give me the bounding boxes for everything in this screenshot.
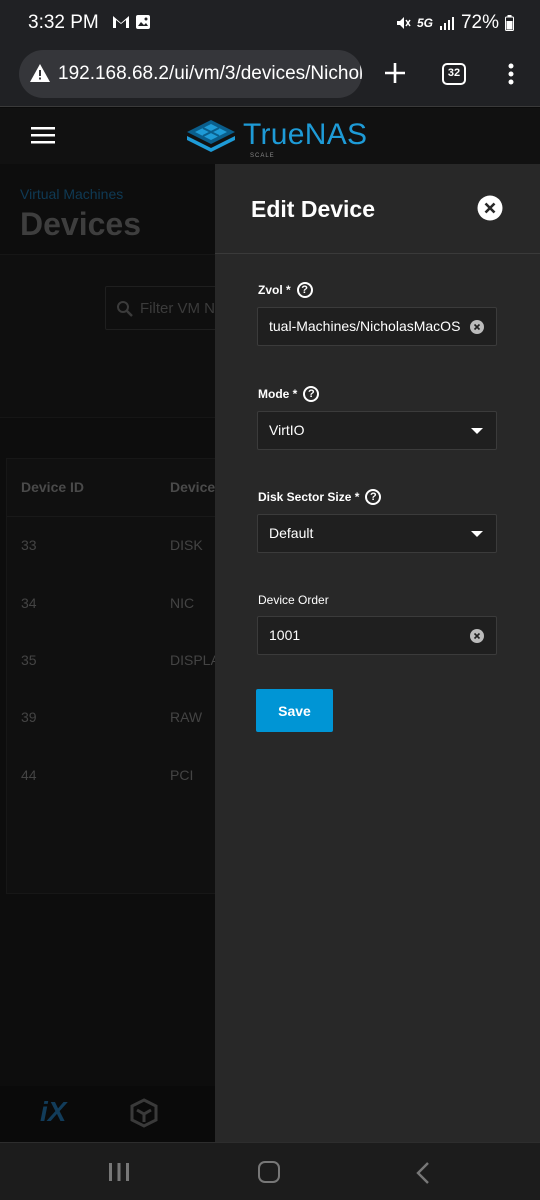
hamburger-menu-icon[interactable] xyxy=(31,126,55,144)
table-row[interactable]: 44 PCI xyxy=(7,747,215,805)
clear-icon[interactable] xyxy=(470,629,484,643)
mute-icon xyxy=(396,17,411,29)
sector-size-label: Disk Sector Size * xyxy=(258,490,360,504)
device-order-value: 1001 xyxy=(269,627,301,643)
network-label: 5G xyxy=(416,16,433,30)
column-header-device-id[interactable]: Device ID xyxy=(21,479,84,495)
status-bar: 3:32 PM 5G 72% xyxy=(0,0,540,50)
page-footer: iX xyxy=(0,1086,215,1142)
home-icon[interactable] xyxy=(258,1161,280,1183)
brand-edition: SCALE xyxy=(250,153,275,159)
device-id-cell: 44 xyxy=(21,767,37,783)
status-right: 5G 72% xyxy=(395,12,514,34)
ix-logo: iX xyxy=(40,1096,67,1127)
device-type-cell: DISPLAY xyxy=(170,652,215,668)
page-title: Devices xyxy=(20,206,141,242)
table-row[interactable]: 35 DISPLAY xyxy=(7,632,215,690)
device-id-cell: 33 xyxy=(21,537,37,553)
filter-input[interactable]: Filter VM Nics xyxy=(105,286,215,330)
sector-size-value: Default xyxy=(269,525,314,541)
clear-icon[interactable] xyxy=(470,320,484,334)
filter-placeholder: Filter VM Nics xyxy=(140,300,215,317)
truecommand-cube-icon xyxy=(130,1098,158,1128)
status-time: 3:32 PM xyxy=(28,12,99,33)
panel-title: Edit Device xyxy=(251,196,375,222)
table-header: Device ID Device xyxy=(7,459,215,517)
notification-icons xyxy=(112,14,151,30)
close-icon[interactable] xyxy=(477,195,503,221)
recent-apps-icon[interactable] xyxy=(108,1162,130,1182)
device-id-cell: 39 xyxy=(21,709,37,725)
help-icon[interactable]: ? xyxy=(365,489,382,505)
zvol-input[interactable]: tual-Machines/NicholasMacOS xyxy=(257,307,497,346)
sector-size-label-row: Disk Sector Size * ? xyxy=(258,489,382,505)
table-toolbar xyxy=(0,254,215,418)
sector-size-select[interactable]: Default xyxy=(257,514,497,553)
zvol-label: Zvol * xyxy=(258,283,291,297)
device-order-input[interactable]: 1001 xyxy=(257,616,497,655)
browser-toolbar: 192.168.68.2/ui/vm/3/devices/Nicholas 32 xyxy=(0,50,540,107)
column-header-device[interactable]: Device xyxy=(170,479,215,495)
tab-switcher-button[interactable]: 32 xyxy=(442,63,466,85)
back-icon[interactable] xyxy=(415,1161,431,1185)
table-row[interactable]: 33 DISK xyxy=(7,517,215,575)
mode-select[interactable]: VirtIO xyxy=(257,411,497,450)
gmail-icon xyxy=(113,16,129,28)
device-id-cell: 34 xyxy=(21,595,37,611)
gallery-icon xyxy=(136,15,150,29)
dropdown-arrow-icon xyxy=(471,531,483,537)
breadcrumb[interactable]: Virtual Machines xyxy=(20,186,123,202)
device-type-cell: DISK xyxy=(170,537,203,553)
system-navigation-bar xyxy=(0,1142,540,1200)
edit-device-panel: Edit Device Zvol * ? tual-Machines/Nicho… xyxy=(215,164,540,1142)
more-options-icon[interactable] xyxy=(508,62,514,86)
zvol-value: tual-Machines/NicholasMacOS xyxy=(269,318,461,334)
device-id-cell: 35 xyxy=(21,652,37,668)
table-row[interactable]: 39 RAW xyxy=(7,689,215,747)
help-icon[interactable]: ? xyxy=(296,282,313,298)
devices-table: Device ID Device 33 DISK 34 NIC 35 DISPL… xyxy=(6,458,215,894)
warning-icon[interactable] xyxy=(29,63,51,83)
device-type-cell: RAW xyxy=(170,709,203,725)
mode-value: VirtIO xyxy=(269,422,305,438)
panel-header: Edit Device xyxy=(215,164,540,254)
battery-icon xyxy=(505,15,514,31)
brand-name: TrueNAS xyxy=(243,118,368,151)
app-header: TrueNAS SCALE xyxy=(0,108,540,164)
address-bar[interactable]: 192.168.68.2/ui/vm/3/devices/Nicholas xyxy=(19,50,362,98)
mode-label-row: Mode * ? xyxy=(258,386,320,402)
table-row[interactable]: 34 NIC xyxy=(7,575,215,633)
mode-label: Mode * xyxy=(258,387,298,401)
signal-icon xyxy=(439,17,454,30)
save-button[interactable]: Save xyxy=(256,689,333,732)
battery-level: 72% xyxy=(460,12,499,33)
new-tab-icon[interactable] xyxy=(382,60,408,86)
dropdown-arrow-icon xyxy=(471,428,483,434)
zvol-label-row: Zvol * ? xyxy=(258,282,313,298)
devices-page-background: Virtual Machines Devices Filter VM Nics … xyxy=(0,164,215,1142)
device-order-label: Device Order xyxy=(258,593,329,607)
search-icon xyxy=(117,301,133,317)
device-order-label-row: Device Order xyxy=(258,593,329,607)
truenas-logo-icon xyxy=(187,120,235,152)
help-icon[interactable]: ? xyxy=(303,386,320,402)
device-type-cell: PCI xyxy=(170,767,194,783)
url-text[interactable]: 192.168.68.2/ui/vm/3/devices/Nicholas xyxy=(58,63,362,85)
device-type-cell: NIC xyxy=(170,595,195,611)
